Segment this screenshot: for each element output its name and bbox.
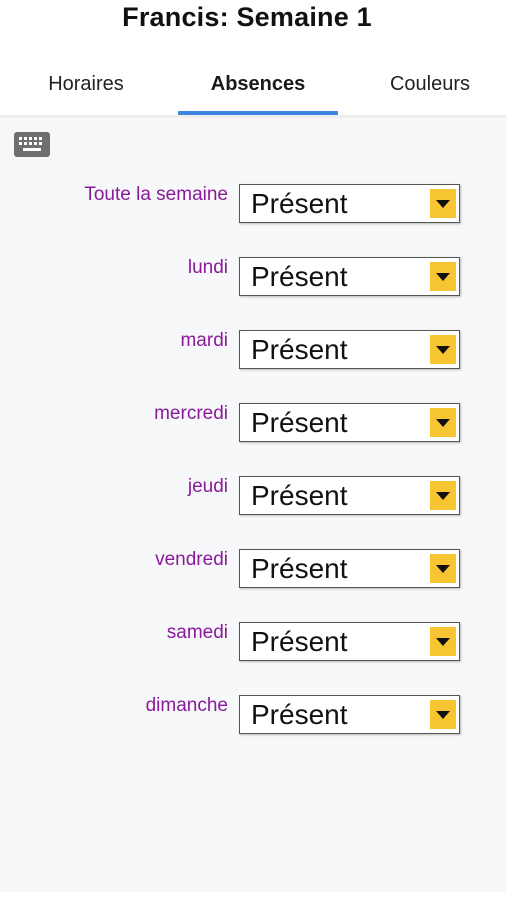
dropdown-value: Présent <box>251 407 348 438</box>
dropdown-arrow-icon <box>430 700 456 729</box>
status-dropdown[interactable]: Présent <box>239 403 460 442</box>
dropdown-value: Présent <box>251 261 348 292</box>
absence-row-mercredi: mercredi Présent <box>0 403 506 449</box>
absence-row-vendredi: vendredi Présent <box>0 549 506 595</box>
dropdown-value: Présent <box>251 480 348 511</box>
row-label: mercredi <box>154 403 228 424</box>
bottom-strip <box>0 892 506 900</box>
row-label: samedi <box>166 622 228 643</box>
absence-row-jeudi: jeudi Présent <box>0 476 506 522</box>
tab-horaires[interactable]: Horaires <box>0 56 172 112</box>
row-label: Toute la semaine <box>84 184 228 205</box>
status-dropdown[interactable]: Présent <box>239 622 460 661</box>
dropdown-value: Présent <box>251 188 348 219</box>
status-dropdown[interactable]: Présent <box>239 695 460 734</box>
absence-row-dimanche: dimanche Présent <box>0 695 506 741</box>
status-dropdown[interactable]: Présent <box>239 476 460 515</box>
dropdown-arrow-icon <box>430 627 456 656</box>
keyboard-icon[interactable] <box>14 132 50 157</box>
row-label: mardi <box>180 330 228 351</box>
status-dropdown[interactable]: Présent <box>239 184 460 223</box>
absence-row-lundi: lundi Présent <box>0 257 506 303</box>
status-dropdown[interactable]: Présent <box>239 549 460 588</box>
dropdown-arrow-icon <box>430 189 456 218</box>
page-title: Francis: Semaine 1 <box>122 2 372 32</box>
dropdown-arrow-icon <box>430 481 456 510</box>
dropdown-arrow-icon <box>430 554 456 583</box>
status-dropdown[interactable]: Présent <box>239 330 460 369</box>
row-label: jeudi <box>187 476 228 497</box>
row-label: vendredi <box>155 549 228 570</box>
dropdown-value: Présent <box>251 553 348 584</box>
header: Francis: Semaine 1 Horaires Absences Cou… <box>0 0 506 118</box>
absence-row-week: Toute la semaine Présent <box>0 184 506 230</box>
row-label: lundi <box>187 257 228 278</box>
tab-couleurs[interactable]: Couleurs <box>344 56 506 112</box>
row-label: dimanche <box>145 695 228 716</box>
dropdown-value: Présent <box>251 626 348 657</box>
status-dropdown[interactable]: Présent <box>239 257 460 296</box>
absence-row-mardi: mardi Présent <box>0 330 506 376</box>
absences-panel: Toute la semaine Présent lundi Présent m… <box>0 118 506 892</box>
absence-row-samedi: samedi Présent <box>0 622 506 668</box>
dropdown-arrow-icon <box>430 262 456 291</box>
tab-absences[interactable]: Absences <box>172 56 344 112</box>
dropdown-value: Présent <box>251 334 348 365</box>
dropdown-arrow-icon <box>430 335 456 364</box>
dropdown-value: Présent <box>251 699 348 730</box>
tab-bar: Horaires Absences Couleurs <box>0 56 506 116</box>
dropdown-arrow-icon <box>430 408 456 437</box>
